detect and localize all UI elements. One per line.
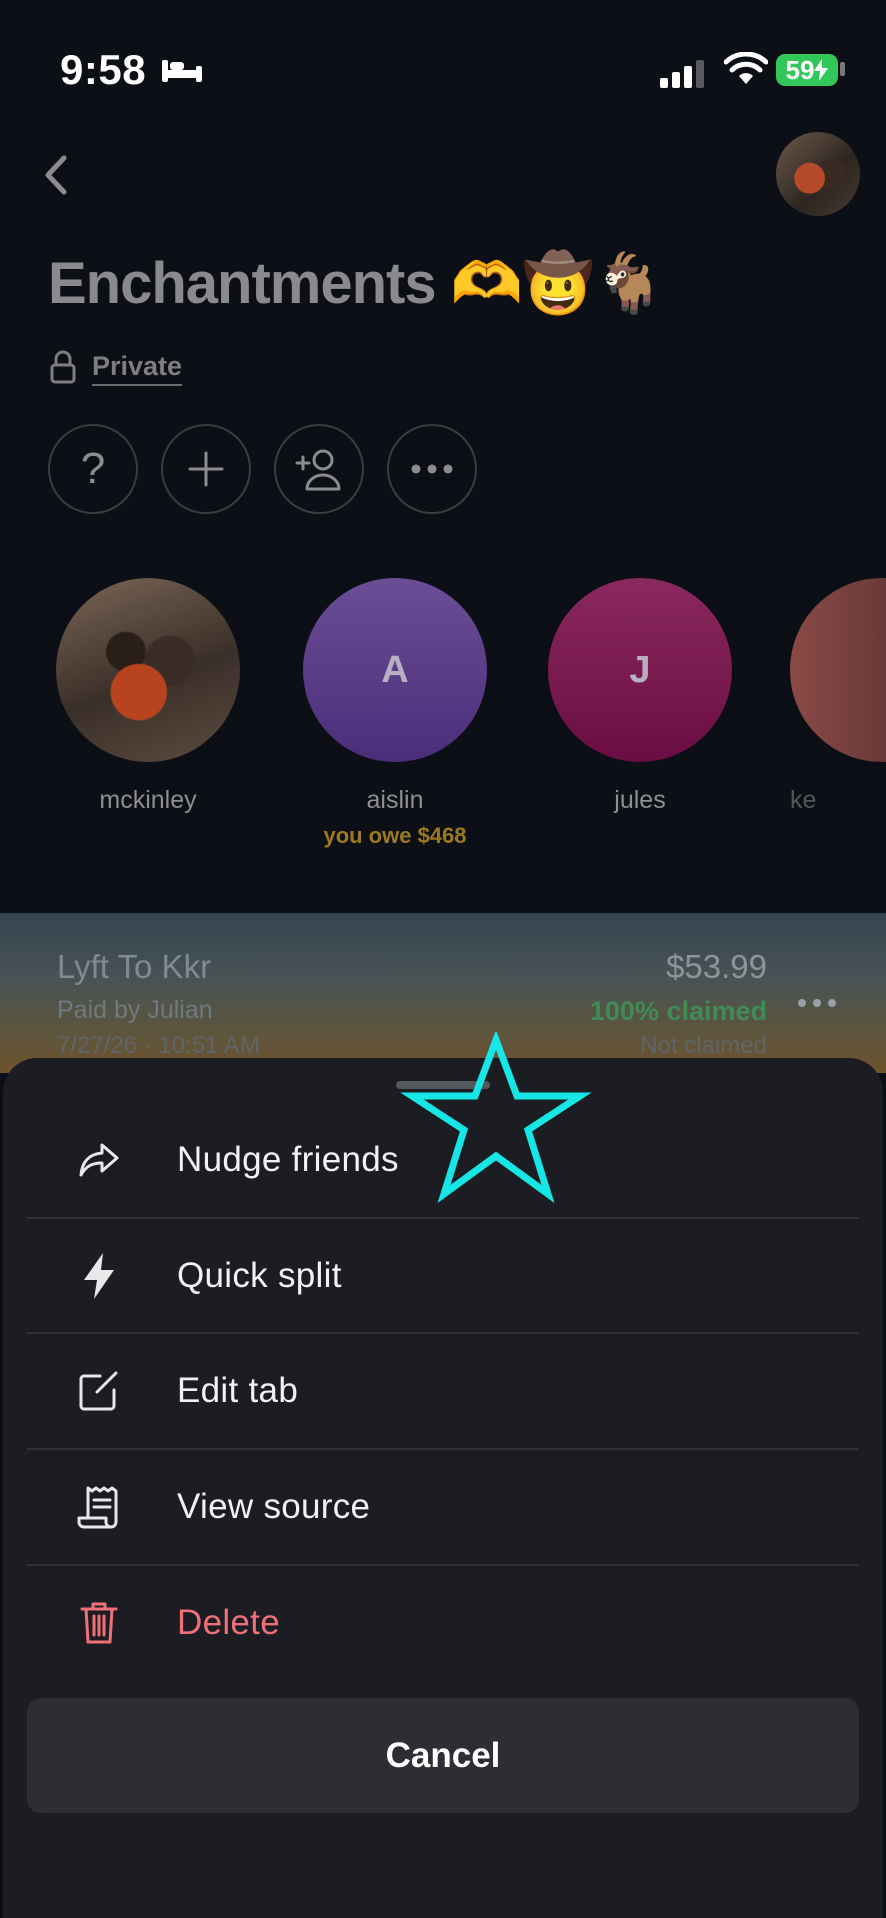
sheet-item-label: View source <box>177 1486 371 1526</box>
tab-header: Enchantments 🫶🤠🐐 Private ? mckinley A ai… <box>0 0 886 913</box>
view-source-button[interactable]: View source <box>27 1449 859 1564</box>
help-icon: ? <box>80 444 106 493</box>
cancel-button[interactable]: Cancel <box>27 1698 859 1813</box>
member-avatar-photo <box>790 578 886 762</box>
quick-split-button[interactable]: Quick split <box>27 1218 859 1333</box>
edit-icon <box>71 1363 127 1419</box>
transaction-claim-status: Not claimed <box>640 1032 767 1059</box>
member-jules[interactable]: J jules <box>545 578 735 815</box>
member-partial[interactable]: ke <box>790 578 886 815</box>
add-person-icon <box>295 449 341 491</box>
edit-tab-button[interactable]: Edit tab <box>27 1333 859 1448</box>
lightning-icon <box>71 1248 127 1304</box>
member-avatar-initial: A <box>303 578 487 762</box>
lock-icon <box>50 350 76 384</box>
more-button[interactable] <box>387 424 477 514</box>
ellipsis-icon <box>411 464 453 474</box>
avatar-initial: A <box>381 648 409 691</box>
trash-icon <box>71 1595 127 1651</box>
sheet-item-label: Quick split <box>177 1255 342 1295</box>
receipt-icon <box>71 1479 127 1535</box>
delete-button[interactable]: Delete <box>27 1565 859 1680</box>
transaction-title: Lyft To Kkr <box>57 948 212 985</box>
back-chevron-icon[interactable] <box>38 150 74 200</box>
help-button[interactable]: ? <box>48 424 138 514</box>
member-name: ke <box>790 786 817 814</box>
profile-avatar[interactable] <box>776 132 860 216</box>
member-avatar-photo <box>56 578 240 762</box>
transaction-amount: $53.99 <box>666 948 767 985</box>
member-name: mckinley <box>99 786 197 814</box>
invite-member-button[interactable] <box>274 424 364 514</box>
member-name: aislin <box>366 786 424 814</box>
member-name: jules <box>614 786 666 814</box>
transaction-claimed: 100% claimed <box>589 996 767 1026</box>
member-avatar-initial: J <box>548 578 732 762</box>
member-balance: you owe $468 <box>323 823 467 848</box>
star-annotation-icon <box>400 1032 592 1204</box>
member-mckinley[interactable]: mckinley <box>53 578 243 815</box>
sheet-item-label: Delete <box>177 1602 280 1642</box>
plus-icon <box>188 451 224 487</box>
sheet-item-label: Edit tab <box>177 1370 299 1410</box>
member-aislin[interactable]: A aislin you owe $468 <box>300 578 490 849</box>
transaction-date: 7/27/26 · 10:51 AM <box>57 1032 260 1059</box>
transaction-more-icon[interactable] <box>797 996 837 1010</box>
add-button[interactable] <box>161 424 251 514</box>
transaction-payer: Paid by Julian <box>57 996 213 1024</box>
tab-title: Enchantments 🫶🤠🐐 <box>48 251 665 316</box>
share-arrow-icon <box>71 1132 127 1188</box>
avatar-initial: J <box>629 648 651 691</box>
sheet-item-label: Nudge friends <box>177 1139 399 1179</box>
privacy-link[interactable]: Private <box>92 351 183 386</box>
